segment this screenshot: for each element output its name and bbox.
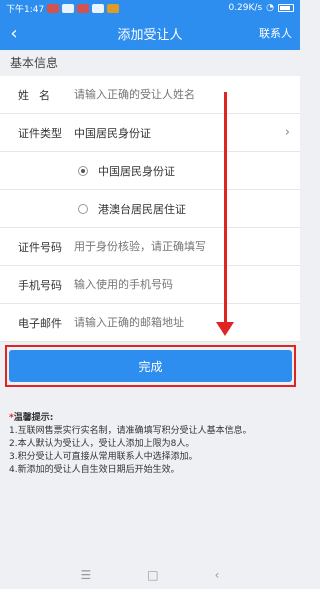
- tips-section: *温馨提示: 1.互联网售票实行实名制，请准确填写积分受让人基本信息。 2.本人…: [9, 412, 294, 477]
- annotation-arrow-head: [216, 322, 234, 336]
- nav-bar: ‹ 添加受让人 联系人: [0, 16, 300, 50]
- chevron-left-icon: ‹: [10, 22, 18, 44]
- back-icon[interactable]: ‹: [215, 568, 220, 582]
- chevron-right-icon: ›: [284, 125, 290, 140]
- tips-title: *温馨提示:: [9, 412, 294, 425]
- tips-item: 4.新添加的受让人自生效日期后开始生效。: [9, 465, 180, 475]
- name-label: 姓名: [18, 88, 60, 102]
- status-time: 下午1:47: [6, 4, 45, 15]
- notification-icon: [47, 3, 60, 13]
- phone-input[interactable]: [74, 278, 300, 291]
- tips-title-text: 温馨提示:: [13, 413, 54, 423]
- email-input[interactable]: [74, 316, 300, 329]
- contacts-button[interactable]: 联系人: [259, 25, 300, 41]
- annotation-arrow: [224, 92, 227, 327]
- notification-icon: [62, 3, 75, 13]
- menu-icon[interactable]: ☰: [81, 568, 92, 582]
- home-icon[interactable]: □: [147, 568, 158, 582]
- email-row: 电子邮件: [0, 304, 300, 342]
- id-number-row: 证件号码: [0, 228, 300, 266]
- id-option-mainland[interactable]: 中国居民身份证: [0, 152, 300, 190]
- id-type-label: 证件类型: [18, 126, 62, 140]
- name-input[interactable]: [74, 88, 300, 101]
- wifi-icon: ◔: [266, 3, 274, 13]
- notification-icon: [77, 3, 90, 13]
- status-right: 0.29K/s ◔: [228, 3, 294, 13]
- tips-item: 1.互联网售票实行实名制，请准确填写积分受让人基本信息。: [9, 426, 252, 436]
- id-option-label: 中国居民身份证: [98, 164, 175, 178]
- phone-label: 手机号码: [18, 278, 62, 292]
- tips-item: 3.积分受让人可直接从常用联系人中选择添加。: [9, 452, 198, 462]
- id-option-hk-mo-tw[interactable]: 港澳台居民居住证: [0, 190, 300, 228]
- page-title: 添加受让人: [117, 27, 183, 43]
- radio-checked-icon: [78, 165, 88, 176]
- status-bar: 下午1:47 0.29K/s ◔: [0, 0, 300, 16]
- name-row: 姓名: [0, 76, 300, 114]
- status-left: 下午1:47: [6, 2, 120, 15]
- notification-icon: [92, 3, 105, 13]
- id-option-label: 港澳台居民居住证: [98, 202, 186, 216]
- notification-icon: [107, 3, 120, 13]
- id-number-label: 证件号码: [18, 240, 62, 254]
- phone-row: 手机号码: [0, 266, 300, 304]
- battery-icon: [278, 4, 294, 12]
- submit-button[interactable]: 完成: [9, 350, 292, 382]
- section-title: 基本信息: [10, 56, 59, 70]
- network-speed: 0.29K/s: [228, 3, 263, 13]
- id-number-input[interactable]: [74, 240, 300, 253]
- id-type-value: 中国居民身份证: [74, 126, 151, 140]
- back-button[interactable]: ‹: [0, 16, 28, 50]
- system-nav-bar: ☰ □ ‹: [0, 561, 300, 589]
- radio-unchecked-icon: [78, 203, 88, 214]
- email-label: 电子邮件: [18, 316, 62, 330]
- id-type-row[interactable]: 证件类型 中国居民身份证 ›: [0, 114, 300, 152]
- tips-item: 2.本人默认为受让人，受让人添加上限为8人。: [9, 439, 195, 449]
- basic-info-form: 姓名 证件类型 中国居民身份证 › 中国居民身份证 港澳台居民居住证 证件号码 …: [0, 76, 300, 342]
